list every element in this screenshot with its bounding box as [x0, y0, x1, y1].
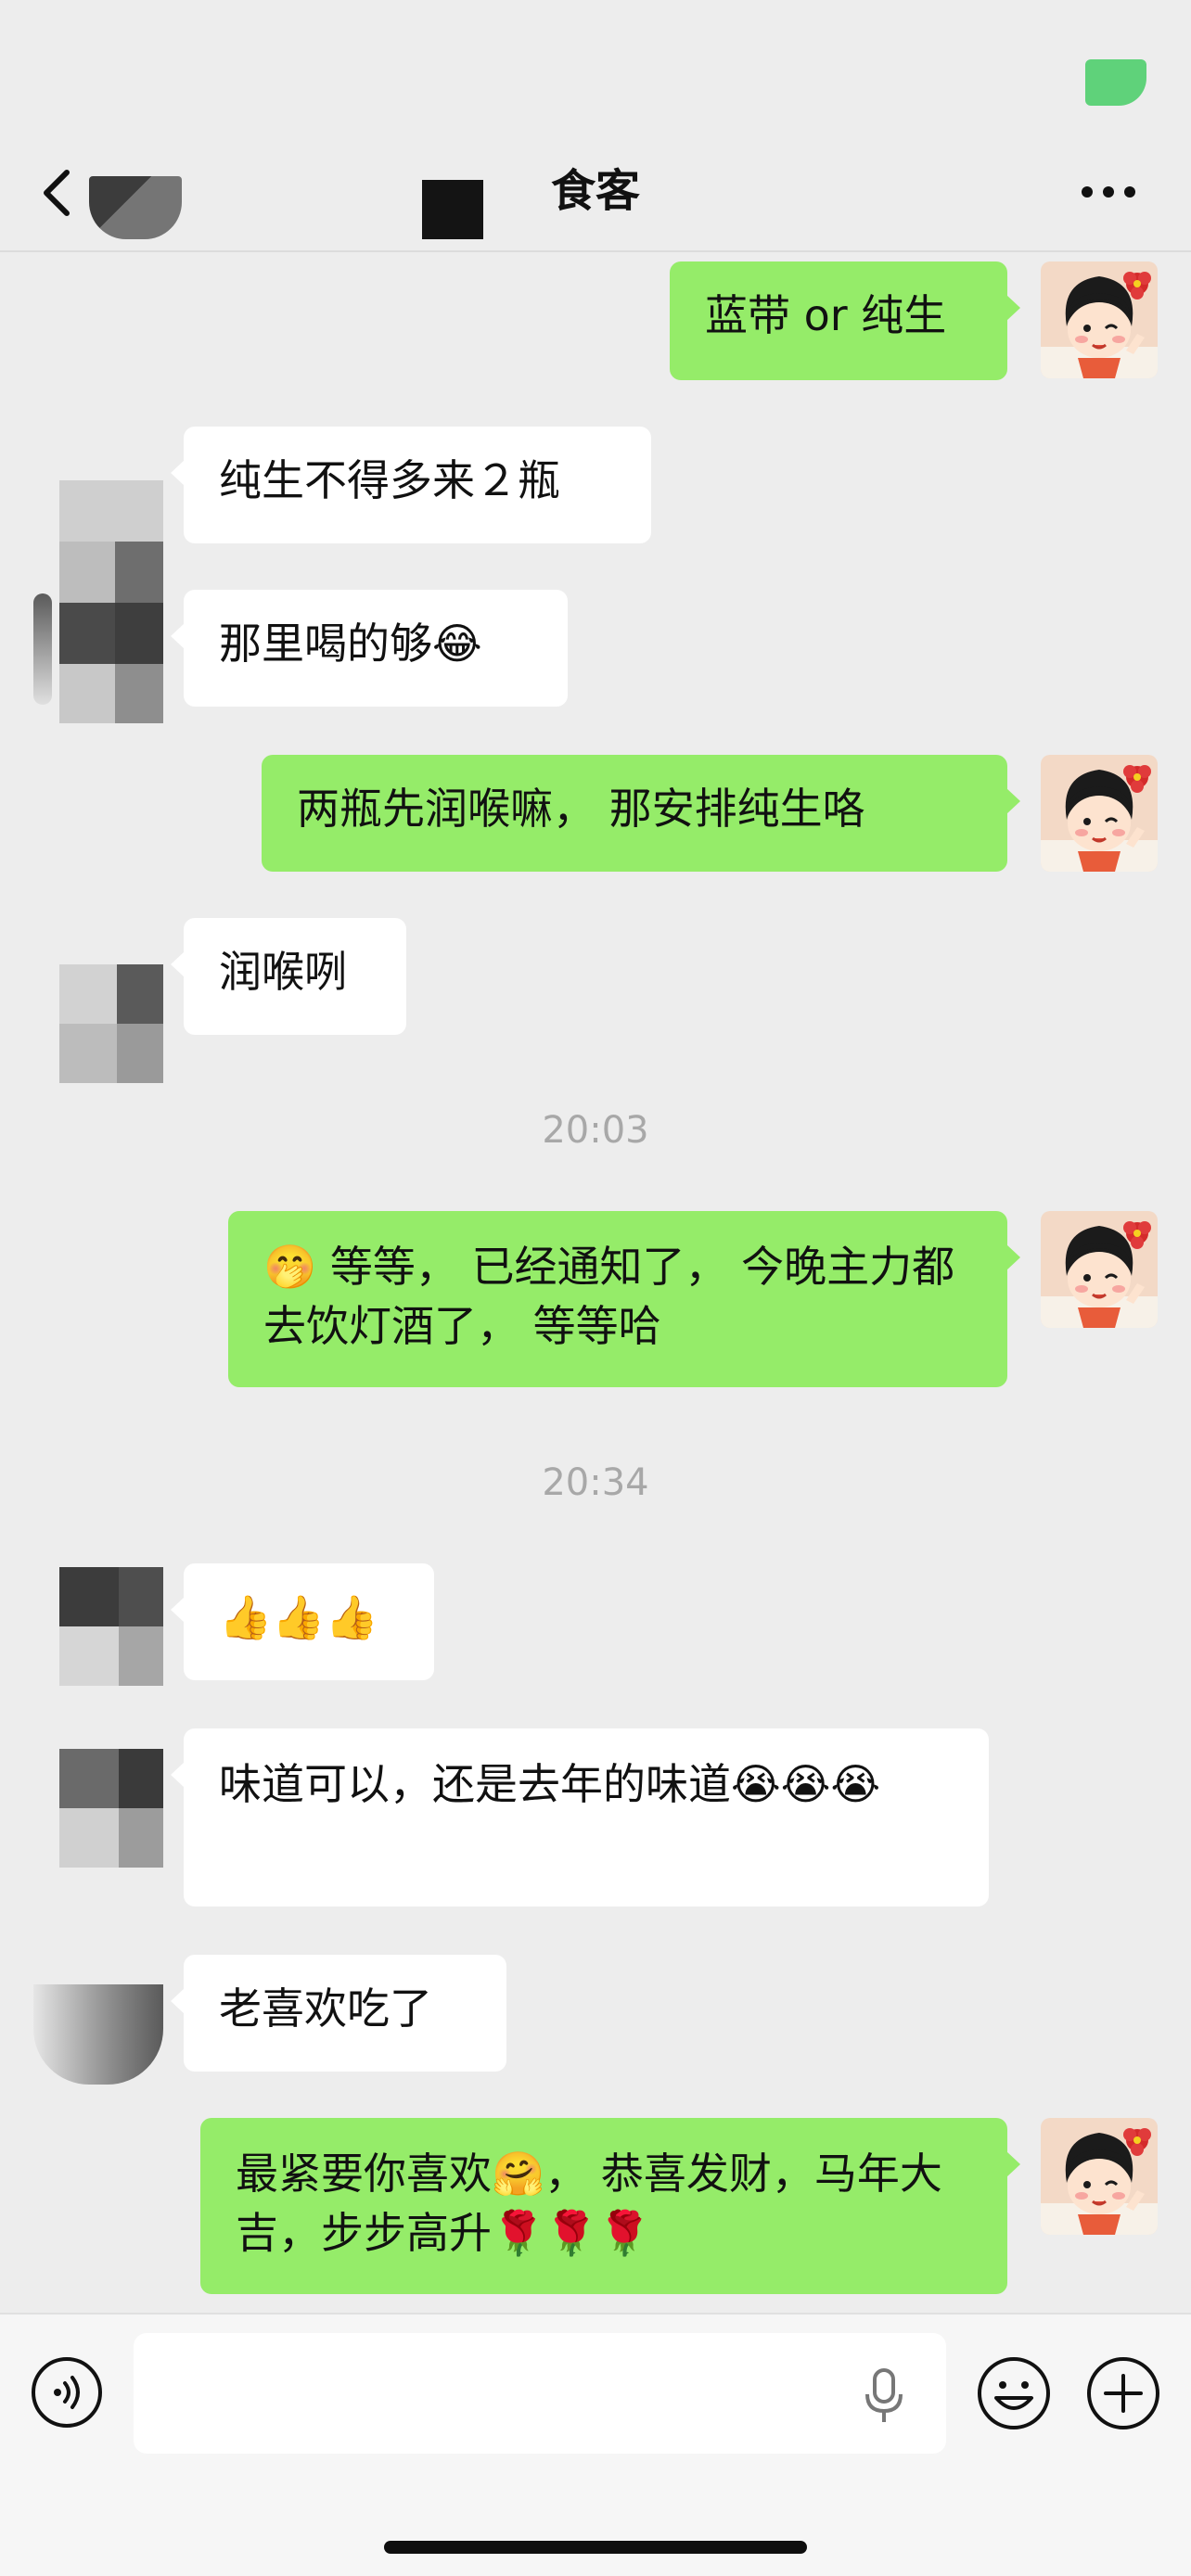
message-text: 👍👍👍 [219, 1592, 378, 1642]
emoji-icon[interactable] [976, 2355, 1052, 2431]
status-bar [0, 0, 1191, 148]
message-text: 最紧要你喜欢🤗， 恭喜发财，马年大吉，步步高升🌹🌹🌹 [236, 2149, 942, 2258]
my-avatar[interactable] [1041, 1211, 1158, 1328]
message-bubble-incoming[interactable]: 老喜欢吃了 [171, 1955, 506, 2072]
message-text: 味道可以，还是去年的味道😭😭😭 [219, 1759, 881, 1809]
voice-toggle-icon[interactable] [30, 2355, 104, 2429]
message-input[interactable] [134, 2333, 946, 2454]
my-avatar[interactable] [1041, 261, 1158, 378]
contact-avatar-blurred[interactable] [59, 1567, 163, 1686]
blurred-unread-count [89, 176, 182, 239]
message-bubble-outgoing[interactable]: 🤭 等等， 已经通知了， 今晚主力都去饮灯酒了， 等等哈 [228, 1211, 1020, 1387]
contact-avatar-blurred[interactable] [59, 1749, 163, 1868]
my-avatar[interactable] [1041, 2118, 1158, 2235]
message-text: 润喉咧 [219, 947, 347, 997]
message-bubble-incoming[interactable]: 👍👍👍 [171, 1563, 434, 1680]
contact-avatar-blurred[interactable] [33, 1984, 163, 2085]
blurred-fragment [33, 593, 52, 705]
message-text: 纯生不得多来２瓶 [219, 455, 560, 505]
chat-title-text: 食客 [550, 165, 640, 217]
message-text: 老喜欢吃了 [219, 1983, 432, 2034]
contact-avatar-blurred[interactable] [59, 480, 163, 723]
message-bubble-incoming[interactable]: 润喉咧 [171, 918, 406, 1035]
message-text: 蓝带 or 纯生 [705, 290, 947, 340]
message-bubble-outgoing[interactable]: 蓝带 or 纯生 [670, 261, 1020, 380]
message-bubble-incoming[interactable]: 那里喝的够😂 [171, 590, 568, 707]
message-text: 🤭 等等， 已经通知了， 今晚主力都去饮灯酒了， 等等哈 [263, 1242, 955, 1351]
ellipsis-icon[interactable] [1080, 182, 1137, 202]
plus-icon[interactable] [1085, 2355, 1161, 2431]
message-bubble-outgoing[interactable]: 两瓶先润喉嘛， 那安排纯生咯 [262, 755, 1020, 872]
chevron-left-icon[interactable] [37, 165, 83, 221]
message-bubble-outgoing[interactable]: 最紧要你喜欢🤗， 恭喜发财，马年大吉，步步高升🌹🌹🌹 [200, 2118, 1020, 2294]
contact-avatar-blurred[interactable] [59, 964, 163, 1083]
home-indicator [384, 2541, 807, 2554]
microphone-icon[interactable] [861, 2366, 907, 2426]
message-text: 那里喝的够😂 [219, 618, 482, 669]
message-bubble-incoming[interactable]: 味道可以，还是去年的味道😭😭😭 [171, 1728, 989, 1906]
timestamp: 20:34 [542, 1461, 649, 1504]
message-text: 两瓶先润喉嘛， 那安排纯生咯 [297, 784, 865, 834]
timestamp: 20:03 [542, 1109, 649, 1152]
message-bubble-incoming[interactable]: 纯生不得多来２瓶 [171, 427, 651, 543]
my-avatar[interactable] [1041, 755, 1158, 872]
